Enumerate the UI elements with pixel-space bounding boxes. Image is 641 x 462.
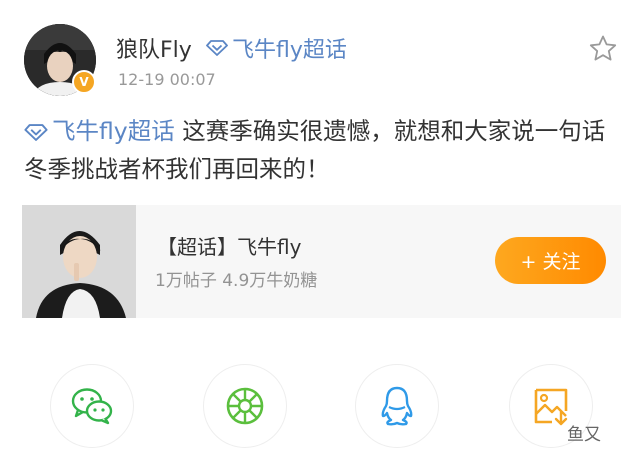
- topic-link-label: 飞牛fly超话: [232, 38, 347, 63]
- username[interactable]: 狼队Fly: [116, 32, 192, 64]
- star-icon[interactable]: [588, 34, 618, 64]
- verified-badge-icon: V: [72, 70, 96, 94]
- card-photo: [22, 205, 136, 318]
- post-text: 飞牛fly超话 这赛季确实很遗憾，就想和大家说一句话冬季挑战者杯我们再回来的！: [24, 112, 624, 188]
- share-qq-button[interactable]: [355, 364, 439, 448]
- post-topic-link[interactable]: 飞牛fly超话: [24, 117, 175, 145]
- card-title: 【超话】飞牛fly: [157, 235, 302, 259]
- qq-icon: [381, 386, 413, 426]
- diamond-icon: [206, 40, 228, 56]
- save-image-icon: [534, 388, 568, 426]
- moments-icon: [226, 387, 264, 425]
- card-stats: 1万帖子 4.9万牛奶糖: [155, 271, 318, 291]
- post-topic-label: 飞牛fly超话: [52, 117, 175, 145]
- share-wechat-button[interactable]: [50, 364, 134, 448]
- diamond-icon: [24, 124, 48, 141]
- timestamp: 12-19 00:07: [118, 70, 216, 89]
- topic-link[interactable]: 飞牛fly超话: [206, 32, 347, 64]
- follow-button[interactable]: + 关注: [495, 237, 606, 284]
- watermark: 鱼又: [567, 425, 601, 445]
- wechat-icon: [71, 388, 113, 425]
- share-moments-button[interactable]: [203, 364, 287, 448]
